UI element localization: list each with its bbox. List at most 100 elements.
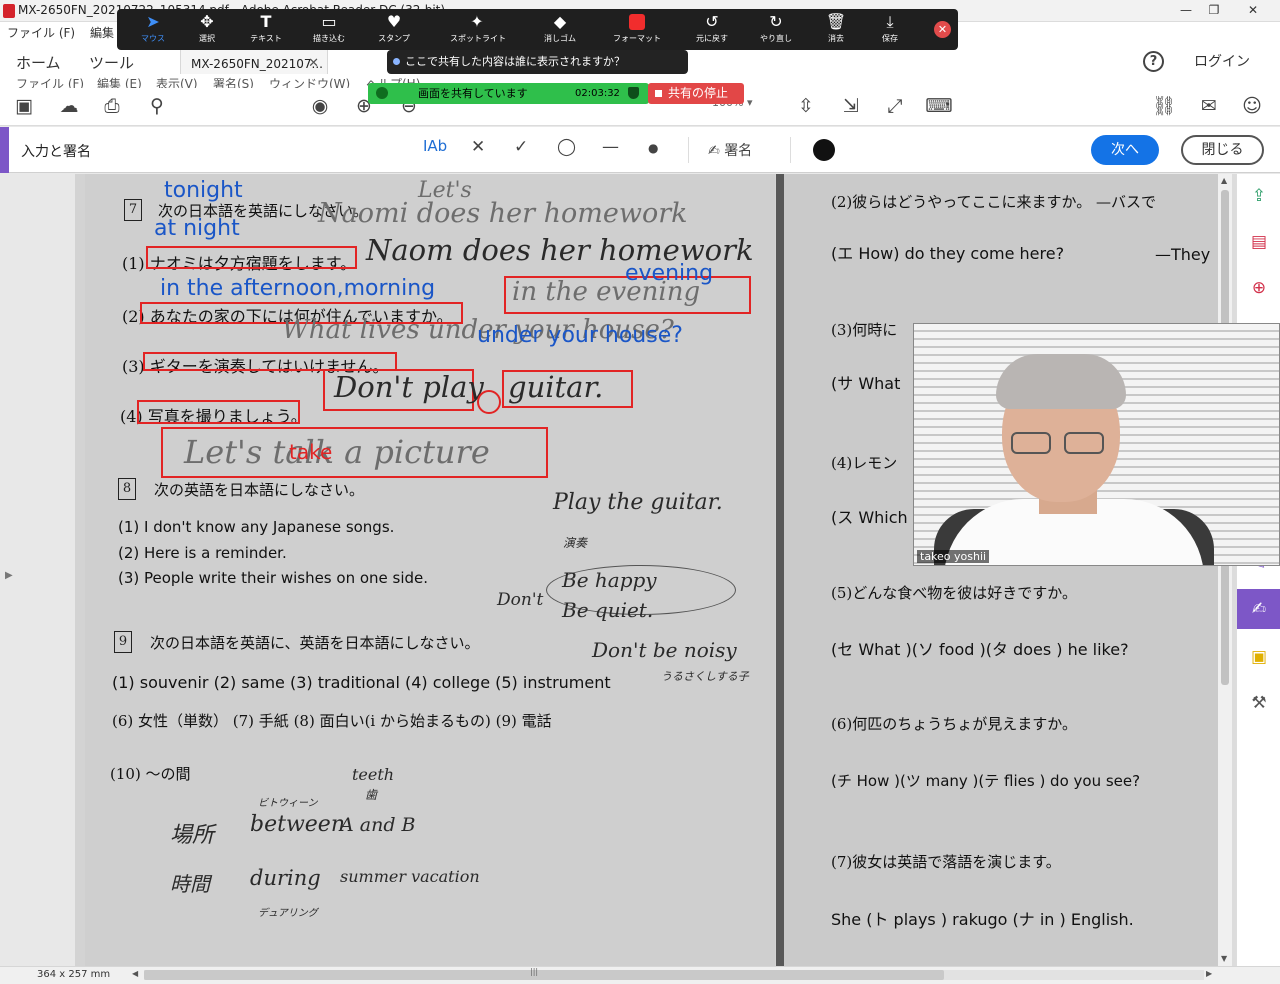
right-answer-4: (ス Which <box>831 508 908 527</box>
horizontal-scrollbar[interactable]: ◀ ||| ▶ <box>130 967 1215 981</box>
organize-icon[interactable]: ▤ <box>1247 230 1271 254</box>
upload-cloud-icon[interactable]: ☁ <box>55 92 83 120</box>
next-button[interactable]: 次へ <box>1091 135 1159 165</box>
close-annotation-icon[interactable]: ✕ <box>934 21 951 38</box>
tool-clear[interactable]: 🗑 消去 <box>809 11 863 49</box>
create-pdf-icon[interactable]: ⊕ <box>1247 276 1271 300</box>
tool-save[interactable]: ⤓ 保存 <box>863 11 917 49</box>
tool-undo[interactable]: ↺ 元に戻す <box>685 11 739 49</box>
move-icon: ✥ <box>200 12 214 31</box>
tool-redo[interactable]: ↻ やり直し <box>749 11 803 49</box>
sign-pen-icon: ✍ <box>708 143 720 159</box>
expand-left-panel-icon[interactable]: ▶ <box>5 570 13 581</box>
right-answer-7: She (ト plays ) rakugo (ナ in ) English. <box>831 910 1134 929</box>
tool-mouse[interactable]: ➤ マウス <box>126 11 180 49</box>
tool-label: スポットライト <box>450 34 506 43</box>
red-square-icon <box>629 14 645 30</box>
menu-edit[interactable]: 編集 <box>90 24 114 41</box>
full-screen-icon[interactable]: ⤢ <box>881 92 909 120</box>
tool-eraser[interactable]: ◆ 消しゴム <box>533 11 587 49</box>
dot-tool-icon[interactable]: ● <box>648 141 658 165</box>
circle-tool-icon[interactable]: ◯ <box>557 137 576 161</box>
scroll-up-icon[interactable]: ▲ <box>1221 176 1227 185</box>
vertical-scrollbar[interactable]: ▲ ▼ <box>1218 174 1232 966</box>
annotation-under-house[interactable]: under your house? <box>477 323 683 348</box>
add-text-tool[interactable]: IAb <box>423 137 447 161</box>
save-icon[interactable]: ▣ <box>10 92 38 120</box>
shield-icon <box>628 87 639 99</box>
scroll-down-icon[interactable]: ▼ <box>1221 954 1227 963</box>
link-icon[interactable]: ⛓ <box>1150 92 1178 120</box>
handwriting-basho: 場所 <box>170 823 215 848</box>
fill-sign-title: 入力と署名 <box>21 144 91 160</box>
sign-tool[interactable]: ✍ 署名 <box>708 140 752 164</box>
scroll-left-icon[interactable]: ◀ <box>132 969 138 978</box>
handwriting-dont-be-noisy: Don't be noisy <box>592 638 737 662</box>
tool-label: 保存 <box>882 34 898 43</box>
share-visibility-prompt[interactable]: ここで共有した内容は誰に表示されますか？ <box>387 50 688 74</box>
question-8-2: (2) Here is a reminder. <box>118 544 287 562</box>
tool-draw[interactable]: ▭ 描き込む <box>302 11 356 49</box>
mail-icon[interactable]: ✉ <box>1195 92 1223 120</box>
fill-sign-icon[interactable]: ✍ <box>1237 589 1280 629</box>
tool-label: 消しゴム <box>544 34 576 43</box>
help-icon[interactable]: ? <box>1143 51 1164 72</box>
tool-label: スタンプ <box>378 34 410 43</box>
close-tab-icon[interactable]: ✕ <box>308 56 319 71</box>
color-picker[interactable] <box>813 139 835 161</box>
close-button[interactable]: 閉じる <box>1181 135 1264 165</box>
tab-tools[interactable]: ツール <box>89 52 134 73</box>
page-right <box>784 174 1218 966</box>
section-9-title: 次の日本語を英語に、英語を日本語にしなさい。 <box>150 634 480 652</box>
search-icon[interactable]: ⚲ <box>143 92 171 120</box>
minimize-button[interactable]: — <box>1173 1 1199 19</box>
annotation-take[interactable]: take <box>289 440 332 464</box>
fill-sign-bar: 入力と署名 IAb ✕ ✓ ◯ — ● ✍ 署名 次へ 閉じる <box>0 127 1280 173</box>
print-icon[interactable]: ⎙ <box>98 92 126 120</box>
keyboard-icon[interactable]: ⌨ <box>925 92 953 120</box>
tool-label: 選択 <box>199 34 215 43</box>
horizontal-scroll-thumb[interactable] <box>144 970 944 980</box>
handwriting-ha: 歯 <box>365 788 378 802</box>
restore-button[interactable]: ❐ <box>1201 1 1227 19</box>
check-tool-icon[interactable]: ✓ <box>514 137 528 161</box>
close-window-button[interactable]: ✕ <box>1240 1 1266 19</box>
tool-text[interactable]: T テキスト <box>239 11 293 49</box>
menu-file[interactable]: ファイル (F) <box>7 24 75 41</box>
accent-strip <box>0 127 9 173</box>
annotation-evening[interactable]: evening <box>625 261 713 286</box>
question-8-1: (1) I don't know any Japanese songs. <box>118 518 395 536</box>
comment-icon[interactable]: ▣ <box>1247 645 1271 669</box>
handwriting-be-quiet: Be quiet. <box>562 598 654 622</box>
tool-label: フォーマット <box>613 34 661 43</box>
handwriting-dyuaring: デュアリング <box>258 908 318 919</box>
line-tool-icon[interactable]: — <box>602 137 619 161</box>
annotation-tonight[interactable]: tonight <box>164 178 243 203</box>
annotation-afternoon[interactable]: in the afternoon,morning <box>160 276 435 301</box>
export-pdf-icon[interactable]: ⇪ <box>1247 184 1271 208</box>
cross-tool-icon[interactable]: ✕ <box>471 137 485 161</box>
question-8-3: (3) People write their wishes on one sid… <box>118 569 429 587</box>
cursor-icon: ➤ <box>146 12 160 31</box>
red-box-q4 <box>137 400 300 424</box>
snapshot-icon[interactable]: ◉ <box>306 92 334 120</box>
more-tools-icon[interactable]: ⚒ <box>1247 691 1271 715</box>
stop-share-button[interactable]: 共有の停止 <box>648 83 744 104</box>
tool-format[interactable]: フォーマット <box>610 11 664 49</box>
fit-width-icon[interactable]: ⇲ <box>837 92 865 120</box>
add-user-icon[interactable]: ☺ <box>1238 92 1266 120</box>
question-9-row-2: (6) 女性（単数） (7) 手紙 (8) 面白い(i から始まるもの) (9)… <box>112 712 552 730</box>
glasses-icon <box>1011 432 1051 454</box>
login-link[interactable]: ログイン <box>1194 51 1250 71</box>
annotation-at-night[interactable]: at night <box>154 216 240 241</box>
tool-spotlight[interactable]: ✦ スポットライト <box>450 11 506 49</box>
tool-label: テキスト <box>250 34 282 43</box>
tool-stamp[interactable]: ♥ スタンプ <box>367 11 421 49</box>
tool-select[interactable]: ✥ 選択 <box>180 11 234 49</box>
share-visibility-text: ここで共有した内容は誰に表示されますか？ <box>405 55 625 68</box>
fit-page-icon[interactable]: ⇳ <box>792 92 820 120</box>
participant-video[interactable]: takeo yoshii <box>913 323 1280 566</box>
scroll-right-icon[interactable]: ▶ <box>1206 969 1212 978</box>
handwriting-a-and-b: A and B <box>340 814 416 836</box>
tab-home[interactable]: ホーム <box>16 52 61 73</box>
